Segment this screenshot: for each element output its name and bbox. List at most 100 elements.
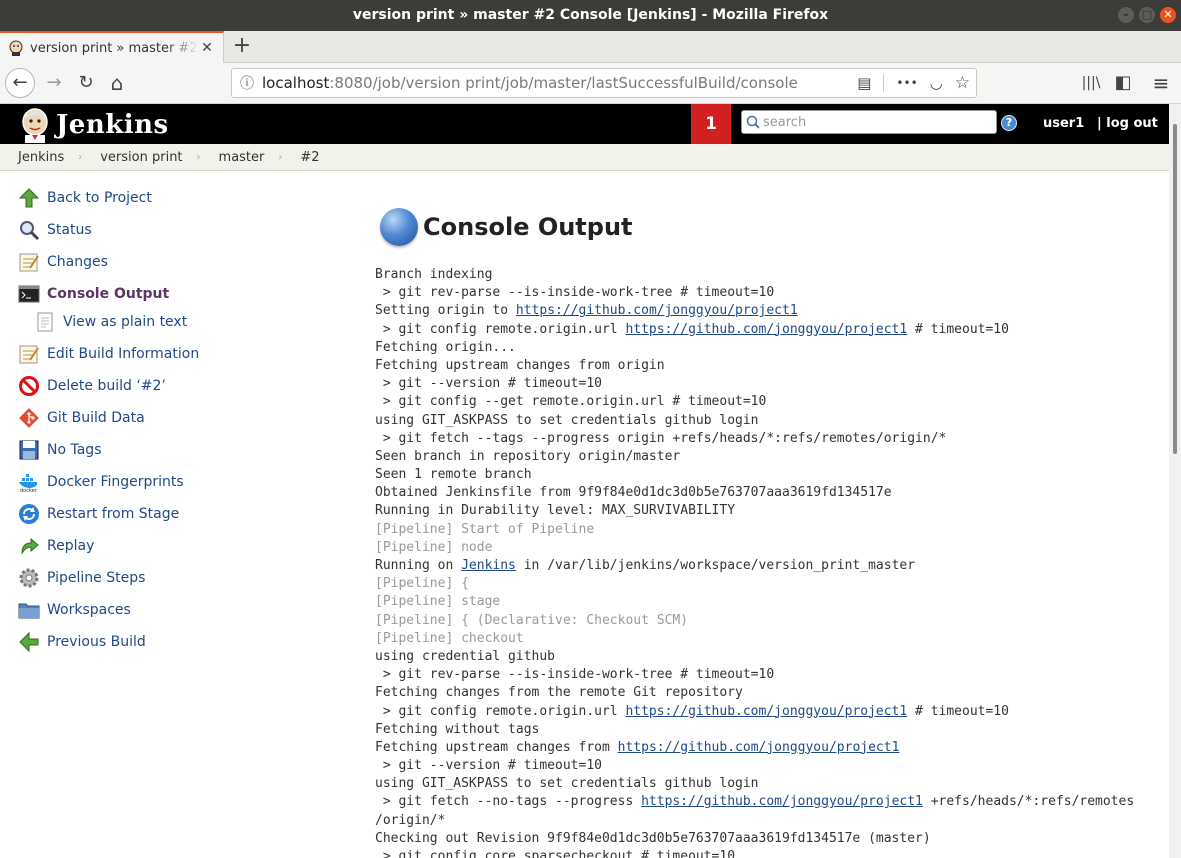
console-line-text: > git --version # timeout=10	[375, 376, 602, 392]
user-link[interactable]: user1	[1043, 116, 1084, 131]
jenkins-butler-icon	[22, 108, 48, 143]
console-line: [Pipeline] node	[375, 539, 1165, 557]
forward-button[interactable]: →	[40, 69, 68, 97]
console-line-text: /origin/*	[375, 812, 446, 828]
main-panel: Console Output Branch indexing > git rev…	[375, 171, 1169, 858]
task-previous-build[interactable]: Previous Build	[18, 630, 146, 654]
console-link[interactable]: https://github.com/jonggyou/project1	[625, 322, 907, 337]
back-button[interactable]: ←	[5, 68, 35, 98]
task-view-plain-text[interactable]: View as plain text	[34, 310, 187, 334]
minimize-button[interactable]: –	[1118, 7, 1134, 23]
console-line-text: [Pipeline] stage	[375, 594, 501, 610]
console-line-text: Obtained Jenkinsfile from 9f9f84e0d1dc3d…	[375, 485, 892, 501]
jenkins-logo[interactable]: Jenkins	[18, 107, 169, 143]
console-link[interactable]: https://github.com/jonggyou/project1	[641, 794, 923, 809]
task-edit-build-information[interactable]: Edit Build Information	[18, 342, 199, 366]
breadcrumb-jenkins[interactable]: Jenkins	[18, 150, 64, 165]
site-info-icon[interactable]: ⓘ	[232, 73, 262, 93]
task-pipeline-steps[interactable]: Pipeline Steps	[18, 566, 145, 590]
blue-ball-status-icon	[380, 208, 418, 246]
console-line-text: > git rev-parse --is-inside-work-tree # …	[375, 285, 775, 301]
console-line-text: [Pipeline] { (Declarative: Checkout SCM)	[375, 612, 689, 628]
task-label: Pipeline Steps	[47, 570, 146, 586]
new-tab-button[interactable]: +	[230, 33, 254, 59]
reader-view-icon[interactable]: ▤	[857, 74, 871, 92]
bookmark-star-icon[interactable]: ☆	[955, 73, 970, 93]
console-line-text: Branch indexing	[375, 267, 493, 282]
task-replay[interactable]: Replay	[18, 534, 94, 558]
breadcrumb-separator[interactable]: ›	[278, 152, 282, 163]
task-sidebar: Back to Project Status Changes Console O…	[0, 171, 340, 858]
jenkins-brand-text: Jenkins	[56, 110, 169, 140]
breadcrumb-separator[interactable]: ›	[78, 152, 82, 163]
task-label: Back to Project	[47, 190, 152, 206]
home-button[interactable]: ⌂	[103, 69, 131, 97]
console-link[interactable]: https://github.com/jonggyou/project1	[625, 704, 907, 719]
breadcrumb-build[interactable]: #2	[300, 150, 319, 165]
console-link[interactable]: https://github.com/jonggyou/project1	[618, 740, 900, 755]
search-input[interactable]: search	[741, 110, 997, 134]
task-restart-from-stage[interactable]: Restart from Stage	[18, 502, 179, 526]
task-label: Console Output	[47, 286, 170, 302]
browser-tab[interactable]: version print » master #2 Console [Jenki…	[0, 31, 224, 63]
url-divider	[883, 74, 885, 92]
console-link[interactable]: https://github.com/jonggyou/project1	[516, 303, 798, 318]
console-link[interactable]: Jenkins	[461, 558, 516, 573]
task-status[interactable]: Status	[18, 218, 92, 242]
console-line: > git fetch --tags --progress origin +re…	[375, 430, 1165, 448]
task-back-to-project[interactable]: Back to Project	[18, 186, 152, 210]
breadcrumb-master[interactable]: master	[219, 150, 265, 165]
search-icon	[746, 115, 760, 129]
console-line: Fetching without tags	[375, 721, 1165, 739]
console-line: Running in Durability level: MAX_SURVIVA…	[375, 502, 1165, 520]
sidebar-toggle-icon[interactable]: ◧	[1109, 69, 1137, 97]
save-icon	[19, 440, 39, 460]
window-title: version print » master #2 Console [Jenki…	[352, 7, 829, 23]
task-label: No Tags	[47, 442, 102, 458]
task-git-build-data[interactable]: Git Build Data	[18, 406, 145, 430]
console-line-text: > git fetch --tags --progress origin +re…	[375, 430, 947, 446]
close-tab-icon[interactable]: ✕	[199, 40, 215, 56]
hamburger-menu-icon[interactable]: ≡	[1147, 69, 1175, 97]
console-line-text: Fetching changes from the remote Git rep…	[375, 685, 743, 701]
task-workspaces[interactable]: Workspaces	[18, 598, 131, 622]
task-delete-build[interactable]: Delete build ‘#2’	[18, 374, 166, 398]
breadcrumb-separator[interactable]: ›	[197, 152, 201, 163]
console-line-text: Seen branch in repository origin/master	[375, 448, 681, 464]
breadcrumb-version-print[interactable]: version print	[100, 150, 182, 165]
console-line-text: Running on	[375, 558, 462, 573]
jenkins-favicon-icon	[9, 40, 23, 56]
task-no-tags[interactable]: No Tags	[18, 438, 101, 462]
console-line: > git rev-parse --is-inside-work-tree # …	[375, 284, 1165, 302]
logout-link[interactable]: | log out	[1097, 116, 1158, 131]
reload-button[interactable]: ↻	[72, 69, 100, 97]
console-line-text: Fetching upstream changes from origin	[375, 357, 665, 373]
url-bar[interactable]: ⓘ localhost:8080/job/version print/job/m…	[231, 68, 977, 98]
pocket-icon[interactable]: ◡	[930, 74, 943, 92]
task-label: Replay	[47, 538, 95, 554]
console-line: [Pipeline] stage	[375, 593, 1165, 611]
task-label: Changes	[47, 254, 108, 270]
folder-icon	[18, 603, 40, 619]
library-icon[interactable]: |||\	[1077, 69, 1105, 97]
console-output: Branch indexing > git rev-parse --is-ins…	[375, 266, 1165, 858]
task-label: Status	[47, 222, 92, 238]
notification-badge[interactable]: 1	[691, 104, 731, 144]
task-console-output[interactable]: Console Output	[18, 282, 169, 306]
console-line-text: Checking out Revision 9f9f84e0d1dc3d0b5e…	[375, 830, 931, 846]
page-actions-icon[interactable]: •••	[896, 76, 917, 90]
task-label: View as plain text	[63, 314, 188, 330]
scrollbar-thumb[interactable]	[1173, 124, 1177, 454]
console-line-text: Fetching upstream changes from	[375, 739, 618, 755]
help-icon[interactable]: ?	[1001, 115, 1017, 131]
task-docker-fingerprints[interactable]: docker Docker Fingerprints	[18, 470, 184, 494]
console-line-text: +refs/heads/*:refs/remotes	[922, 794, 1135, 810]
console-line-text: > git config --get remote.origin.url # t…	[375, 394, 767, 410]
console-line: [Pipeline] {	[375, 575, 1165, 593]
console-line: Setting origin to https://github.com/jon…	[375, 302, 1165, 320]
close-window-button[interactable]: ✕	[1160, 7, 1176, 23]
jenkins-header: Jenkins 1 search ? user1 | log out	[0, 104, 1169, 144]
gear-icon	[19, 568, 39, 588]
maximize-button[interactable]: □	[1139, 7, 1155, 23]
task-changes[interactable]: Changes	[18, 250, 108, 274]
